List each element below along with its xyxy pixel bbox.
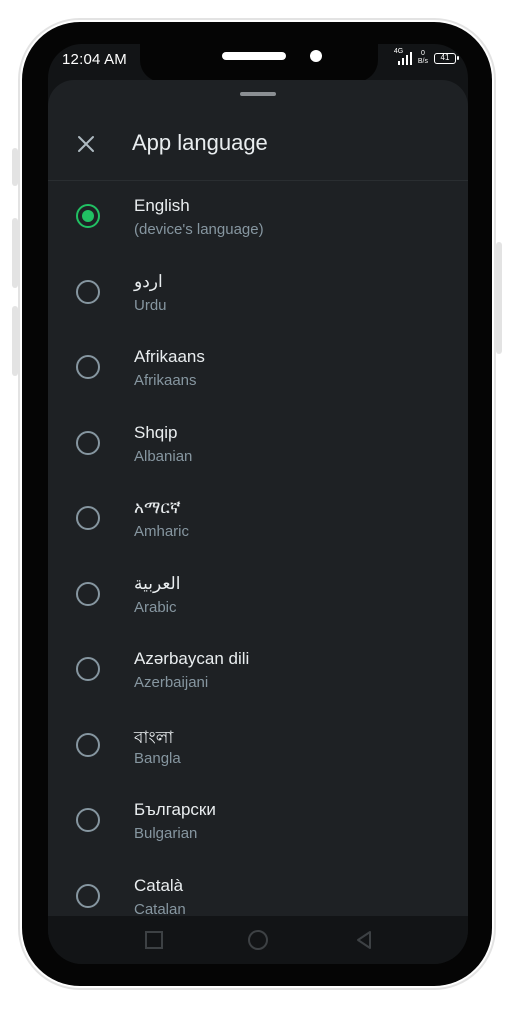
close-icon: [78, 136, 94, 152]
phone-power-button: [496, 242, 502, 354]
language-option-urdu[interactable]: اردو Urdu: [48, 256, 468, 332]
language-option-english[interactable]: English (device's language): [48, 180, 468, 256]
network-speed: 0 B/s: [418, 50, 428, 66]
page-title: App language: [132, 130, 268, 155]
radio-button[interactable]: [76, 657, 100, 681]
status-indicators: 4G 0 B/s 41: [394, 48, 459, 66]
language-description: Afrikaans: [134, 372, 197, 389]
phone-screen: 12:04 AM 4G 0 B/s 41 App language Englis…: [48, 44, 468, 964]
network-speed-unit: B/s: [417, 58, 428, 65]
earpiece-speaker: [222, 52, 286, 60]
language-option-albanian[interactable]: Shqip Albanian: [48, 407, 468, 483]
close-button[interactable]: [70, 128, 102, 160]
battery-icon: 41: [434, 52, 459, 64]
phone-volume-down-button: [12, 306, 18, 376]
signal-icon: 4G: [394, 48, 412, 66]
language-native-name: Azərbaycan dili: [134, 649, 250, 668]
language-native-name: العربية: [134, 573, 181, 593]
recents-button[interactable]: [142, 928, 166, 952]
radio-button[interactable]: [76, 808, 100, 832]
recents-square-icon: [145, 931, 163, 949]
language-option-amharic[interactable]: አማርኛ Amharic: [48, 482, 468, 558]
drag-handle[interactable]: [240, 92, 276, 96]
home-circle-icon: [248, 930, 268, 950]
language-native-name: Català: [134, 875, 184, 895]
language-bottom-sheet: App language English (device's language)…: [48, 80, 468, 916]
language-description: Bangla: [134, 749, 181, 767]
system-navigation-bar: [48, 916, 468, 964]
radio-button-selected[interactable]: [76, 204, 100, 228]
language-native-name: اردو: [134, 271, 163, 291]
language-native-name: Български: [134, 800, 216, 819]
status-bar: 12:04 AM 4G 0 B/s 41: [48, 44, 468, 82]
language-list: English (device's language) اردو Urdu Af…: [48, 180, 468, 916]
radio-button[interactable]: [76, 430, 100, 455]
back-button[interactable]: [352, 928, 376, 952]
language-description: (device's language): [134, 221, 264, 238]
language-option-afrikaans[interactable]: Afrikaans Afrikaans: [48, 331, 468, 407]
language-option-azerbaijani[interactable]: Azərbaycan dili Azerbaijani: [48, 633, 468, 709]
language-native-name: Shqip: [134, 422, 178, 442]
language-description: Urdu: [134, 296, 167, 314]
language-native-name: English: [134, 196, 190, 215]
back-triangle-icon: [357, 931, 371, 949]
network-speed-value: 0: [420, 50, 425, 57]
phone-side-button: [12, 148, 18, 186]
language-option-bangla[interactable]: বাংলা Bangla: [48, 709, 468, 785]
radio-button[interactable]: [76, 581, 100, 606]
language-description: Bulgarian: [134, 825, 198, 842]
radio-button[interactable]: [76, 506, 100, 530]
language-option-catalan[interactable]: Català Catalan: [48, 860, 468, 917]
sheet-header: App language: [48, 114, 468, 181]
language-native-name: አማርኛ: [134, 498, 181, 517]
language-description: Azerbaijani: [134, 674, 209, 691]
camera-notch: [140, 44, 378, 82]
radio-button[interactable]: [76, 883, 100, 908]
language-description: Amharic: [134, 523, 190, 540]
language-description: Albanian: [134, 447, 193, 465]
front-camera: [310, 50, 322, 62]
radio-button[interactable]: [76, 355, 100, 379]
language-description: Arabic: [134, 598, 177, 616]
language-option-arabic[interactable]: العربية Arabic: [48, 558, 468, 634]
language-native-name: Afrikaans: [134, 347, 205, 366]
language-description: Catalan: [134, 900, 186, 917]
radio-button[interactable]: [76, 279, 100, 304]
language-native-name: বাংলা: [134, 727, 174, 747]
language-option-bulgarian[interactable]: Български Bulgarian: [48, 784, 468, 860]
radio-button[interactable]: [76, 732, 100, 757]
phone-volume-up-button: [12, 218, 18, 288]
home-button[interactable]: [246, 928, 270, 952]
status-time: 12:04 AM: [62, 51, 127, 68]
